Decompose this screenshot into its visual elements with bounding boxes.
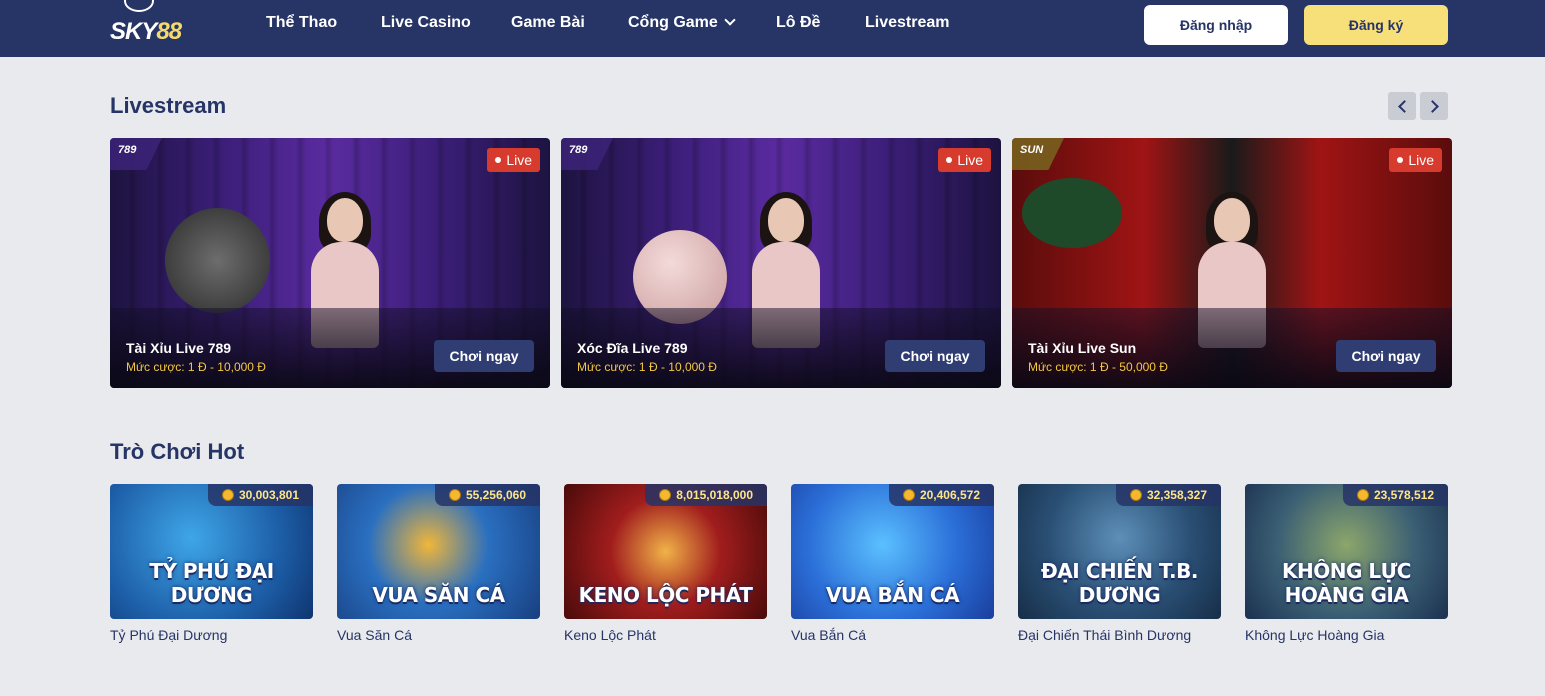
carousel-next-button[interactable] <box>1420 92 1448 120</box>
jackpot-badge: 32,358,327 <box>1115 484 1221 506</box>
register-button[interactable]: Đăng ký <box>1304 5 1448 45</box>
jackpot-badge: 30,003,801 <box>207 484 313 506</box>
live-card[interactable]: SUN Live Tài Xỉu Live Sun Mức cược: 1 Đ … <box>1012 138 1452 388</box>
coin-icon <box>902 489 915 501</box>
game-art-title: TỶ PHÚ ĐẠI DƯƠNG <box>149 559 274 607</box>
nav-live-casino[interactable]: Live Casino <box>381 14 471 32</box>
live-dot-icon <box>946 157 953 163</box>
nav-the-thao[interactable]: Thể Thao <box>266 14 337 32</box>
live-badge: Live <box>938 148 991 172</box>
game-card[interactable]: KENO LỘC PHÁT 8,015,018,000 <box>564 484 767 619</box>
live-badge: Live <box>1389 148 1442 172</box>
top-header: SKY88 Thể Thao Live Casino Game Bài Cổng… <box>0 0 1545 57</box>
chevron-right-icon <box>1425 99 1439 113</box>
live-card[interactable]: 789 Live Xóc Đĩa Live 789 Mức cược: 1 Đ … <box>561 138 1001 388</box>
jackpot-badge: 23,578,512 <box>1342 484 1448 506</box>
game-card[interactable]: VUA BẮN CÁ 20,406,572 <box>791 484 994 619</box>
jackpot-badge: 20,406,572 <box>888 484 994 506</box>
game-card[interactable]: KHÔNG LỰC HOÀNG GIA 23,578,512 <box>1245 484 1448 619</box>
coin-icon <box>1356 489 1369 501</box>
play-now-button[interactable]: Chơi ngay <box>1336 340 1436 372</box>
live-dot-icon <box>495 157 502 163</box>
nav-lo-de[interactable]: Lô Đề <box>776 14 820 32</box>
dice-dome <box>165 208 270 313</box>
game-art-title: VUA BẮN CÁ <box>825 583 960 607</box>
game-card[interactable]: ĐẠI CHIẾN T.B. DƯƠNG 32,358,327 <box>1018 484 1221 619</box>
login-button[interactable]: Đăng nhập <box>1144 5 1288 45</box>
coin-icon <box>448 489 461 501</box>
live-card-title: Tài Xỉu Live 789 <box>126 340 232 356</box>
live-card-bet-range: Mức cược: 1 Đ - 50,000 Đ <box>1028 360 1168 374</box>
game-name[interactable]: Keno Lộc Phát <box>564 627 656 643</box>
jackpot-badge: 8,015,018,000 <box>645 484 767 506</box>
nav-livestream[interactable]: Livestream <box>865 14 950 32</box>
live-badge: Live <box>487 148 540 172</box>
coin-icon <box>1129 489 1142 501</box>
game-art-title: VUA SĂN CÁ <box>372 583 505 607</box>
nav-cong-game[interactable]: Cổng Game <box>628 14 736 32</box>
live-dot-icon <box>1397 157 1404 163</box>
logo-text: SKY88 <box>110 18 182 45</box>
logo-ball-icon <box>124 0 154 12</box>
live-card-title: Tài Xỉu Live Sun <box>1028 340 1137 356</box>
jackpot-badge: 55,256,060 <box>434 484 540 506</box>
game-art-title: KHÔNG LỰC HOÀNG GIA <box>1282 559 1412 607</box>
coin-icon <box>659 489 672 501</box>
game-name[interactable]: Vua Bắn Cá <box>791 627 866 643</box>
chevron-left-icon <box>1397 99 1411 113</box>
play-now-button[interactable]: Chơi ngay <box>434 340 534 372</box>
play-now-button[interactable]: Chơi ngay <box>885 340 985 372</box>
live-card-bet-range: Mức cược: 1 Đ - 10,000 Đ <box>126 360 266 374</box>
nav-game-bai[interactable]: Game Bài <box>511 14 585 32</box>
game-art-title: ĐẠI CHIẾN T.B. DƯƠNG <box>1041 559 1198 607</box>
live-card-title: Xóc Đĩa Live 789 <box>577 340 688 356</box>
nav-cong-game-label: Cổng Game <box>628 14 718 31</box>
carousel-prev-button[interactable] <box>1388 92 1416 120</box>
game-name[interactable]: Đại Chiến Thái Bình Dương <box>1018 627 1191 643</box>
chevron-down-icon <box>724 14 736 26</box>
game-card[interactable]: TỶ PHÚ ĐẠI DƯƠNG 30,003,801 <box>110 484 313 619</box>
dice-table <box>1022 178 1122 248</box>
live-card[interactable]: 789 Live Tài Xỉu Live 789 Mức cược: 1 Đ … <box>110 138 550 388</box>
live-card-bet-range: Mức cược: 1 Đ - 10,000 Đ <box>577 360 717 374</box>
game-card[interactable]: VUA SĂN CÁ 55,256,060 <box>337 484 540 619</box>
game-art-title: KENO LỘC PHÁT <box>578 583 753 607</box>
game-name[interactable]: Vua Săn Cá <box>337 627 412 643</box>
livestream-section-title: Livestream <box>110 93 227 118</box>
sky88-logo[interactable]: SKY88 <box>110 0 182 57</box>
game-name[interactable]: Không Lực Hoàng Gia <box>1245 627 1384 643</box>
game-name[interactable]: Tỷ Phú Đại Dương <box>110 627 227 643</box>
hot-games-section-title: Trò Chơi Hot <box>110 439 245 464</box>
coin-icon <box>221 489 234 501</box>
